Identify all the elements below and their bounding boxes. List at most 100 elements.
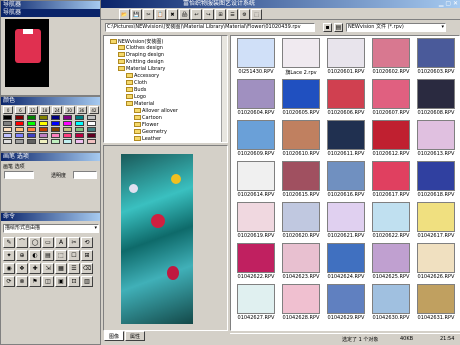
tree-item[interactable]: Cartoon	[134, 115, 162, 121]
color-swatch[interactable]	[39, 115, 48, 120]
thumbnail[interactable]	[372, 38, 410, 68]
window-controls[interactable]: ▁ ▢ ✕	[439, 0, 458, 8]
color-swatch[interactable]	[3, 133, 12, 138]
thumbnail[interactable]	[417, 38, 455, 68]
toolbar-icon[interactable]: ⚙	[239, 9, 250, 20]
thumbnail[interactable]	[327, 161, 365, 191]
tab-properties[interactable]: 属性	[125, 331, 145, 341]
thumbnail[interactable]	[372, 202, 410, 232]
draw-mode-dropdown[interactable]: 描绘形式自由描 ▾	[3, 224, 99, 233]
thumbnail[interactable]	[282, 38, 320, 68]
toolbar-icon[interactable]: 💾	[131, 9, 142, 20]
tool-button[interactable]: ▥	[81, 276, 93, 287]
tool-button[interactable]: ⊞	[81, 250, 93, 261]
color-swatch[interactable]	[75, 115, 84, 120]
color-swatch[interactable]	[75, 139, 84, 144]
thumbnail[interactable]	[372, 120, 410, 150]
thumbnail[interactable]	[372, 161, 410, 191]
toolbar-icon[interactable]: 🖨	[179, 9, 190, 20]
tree-item[interactable]: Flower	[134, 122, 159, 128]
tree-item[interactable]: Draping design	[118, 52, 164, 58]
tool-button[interactable]: ▭	[42, 237, 54, 248]
tool-button[interactable]: ⌫	[81, 263, 93, 274]
toolbar-icon[interactable]: ✂	[143, 9, 154, 20]
tree-item[interactable]: Cloth	[126, 80, 147, 86]
color-swatch[interactable]	[63, 121, 72, 126]
color-swatch[interactable]	[15, 139, 24, 144]
thumbnail[interactable]	[417, 79, 455, 109]
tool-button[interactable]: ☐	[68, 250, 80, 261]
thumbnail[interactable]	[417, 120, 455, 150]
color-swatch[interactable]	[39, 121, 48, 126]
thumbnail[interactable]	[327, 284, 365, 314]
color-swatch[interactable]	[27, 133, 36, 138]
thumbnail[interactable]	[237, 161, 275, 191]
tree-item[interactable]: Knitting design	[118, 59, 164, 65]
thumbnail[interactable]	[417, 284, 455, 314]
color-swatch[interactable]	[87, 139, 96, 144]
thumbnail[interactable]	[237, 120, 275, 150]
color-swatch[interactable]	[63, 133, 72, 138]
color-swatch[interactable]	[75, 133, 84, 138]
toolbar-icon[interactable]: ⬚	[251, 9, 262, 20]
thumbnail[interactable]	[237, 284, 275, 314]
tool-button[interactable]: ☰	[68, 263, 80, 274]
color-swatch[interactable]	[75, 127, 84, 132]
color-swatch[interactable]	[51, 127, 60, 132]
color-swatch[interactable]	[63, 127, 72, 132]
thumbnail[interactable]	[282, 120, 320, 150]
tool-button[interactable]: ▤	[42, 250, 54, 261]
tree-item[interactable]: Leather	[134, 136, 161, 142]
thumbnail[interactable]	[237, 202, 275, 232]
tool-button[interactable]: A	[55, 237, 67, 248]
tree-item[interactable]: Logo	[126, 94, 146, 100]
brush-select[interactable]	[4, 171, 34, 179]
tool-button[interactable]: ⇲	[42, 263, 54, 274]
tool-button[interactable]: ▦	[55, 263, 67, 274]
toolbar-icon[interactable]: ✖	[167, 9, 178, 20]
thumbnail[interactable]	[327, 120, 365, 150]
color-swatch[interactable]	[27, 115, 36, 120]
color-swatch[interactable]	[51, 139, 60, 144]
color-palette[interactable]	[3, 115, 99, 149]
color-swatch[interactable]	[3, 121, 12, 126]
tree-item[interactable]: Allover allover	[134, 108, 178, 114]
tree-item[interactable]: Clothes design	[118, 45, 163, 51]
thumbnail[interactable]	[372, 243, 410, 273]
thumbnail[interactable]	[282, 161, 320, 191]
address-input[interactable]: C:\Pictures\NEWvision\(安装图)\Material Lib…	[105, 23, 315, 32]
color-swatch[interactable]	[39, 139, 48, 144]
color-swatch[interactable]	[87, 115, 96, 120]
color-swatch[interactable]	[3, 127, 12, 132]
save-icon[interactable]: ▪	[323, 23, 332, 32]
preview-image[interactable]	[121, 154, 193, 324]
tool-button[interactable]: ⬚	[55, 250, 67, 261]
thumbnail[interactable]	[237, 243, 275, 273]
tree-item[interactable]: NEWvision(安装图)	[110, 38, 163, 45]
color-swatch[interactable]	[15, 127, 24, 132]
toolbar-icon[interactable]: ↪	[203, 9, 214, 20]
file-type-select[interactable]: NEWvision 文件 (*.rpv) ▾	[346, 23, 446, 32]
color-swatch[interactable]	[27, 121, 36, 126]
color-swatch[interactable]	[15, 133, 24, 138]
color-swatch[interactable]	[87, 133, 96, 138]
tool-button[interactable]: ▣	[55, 276, 67, 287]
opacity-input[interactable]	[73, 171, 97, 179]
tree-item[interactable]: Accessory	[126, 73, 159, 79]
toolbar-icon[interactable]: ☰	[227, 9, 238, 20]
thumbnail[interactable]	[282, 79, 320, 109]
tool-button[interactable]: ◫	[42, 276, 54, 287]
thumbnail[interactable]	[372, 79, 410, 109]
color-swatch[interactable]	[39, 127, 48, 132]
tool-button[interactable]: ⟲	[81, 237, 93, 248]
tool-button[interactable]: ❖	[16, 263, 28, 274]
color-swatch[interactable]	[75, 121, 84, 126]
thumbnail[interactable]	[237, 79, 275, 109]
tool-button[interactable]: ◯	[29, 237, 41, 248]
tool-button[interactable]: ⟳	[3, 276, 15, 287]
thumbnail[interactable]	[327, 202, 365, 232]
color-swatch[interactable]	[27, 127, 36, 132]
color-swatch[interactable]	[63, 139, 72, 144]
options-tabs[interactable]: 画笔 选项	[3, 163, 25, 170]
color-swatch[interactable]	[63, 115, 72, 120]
